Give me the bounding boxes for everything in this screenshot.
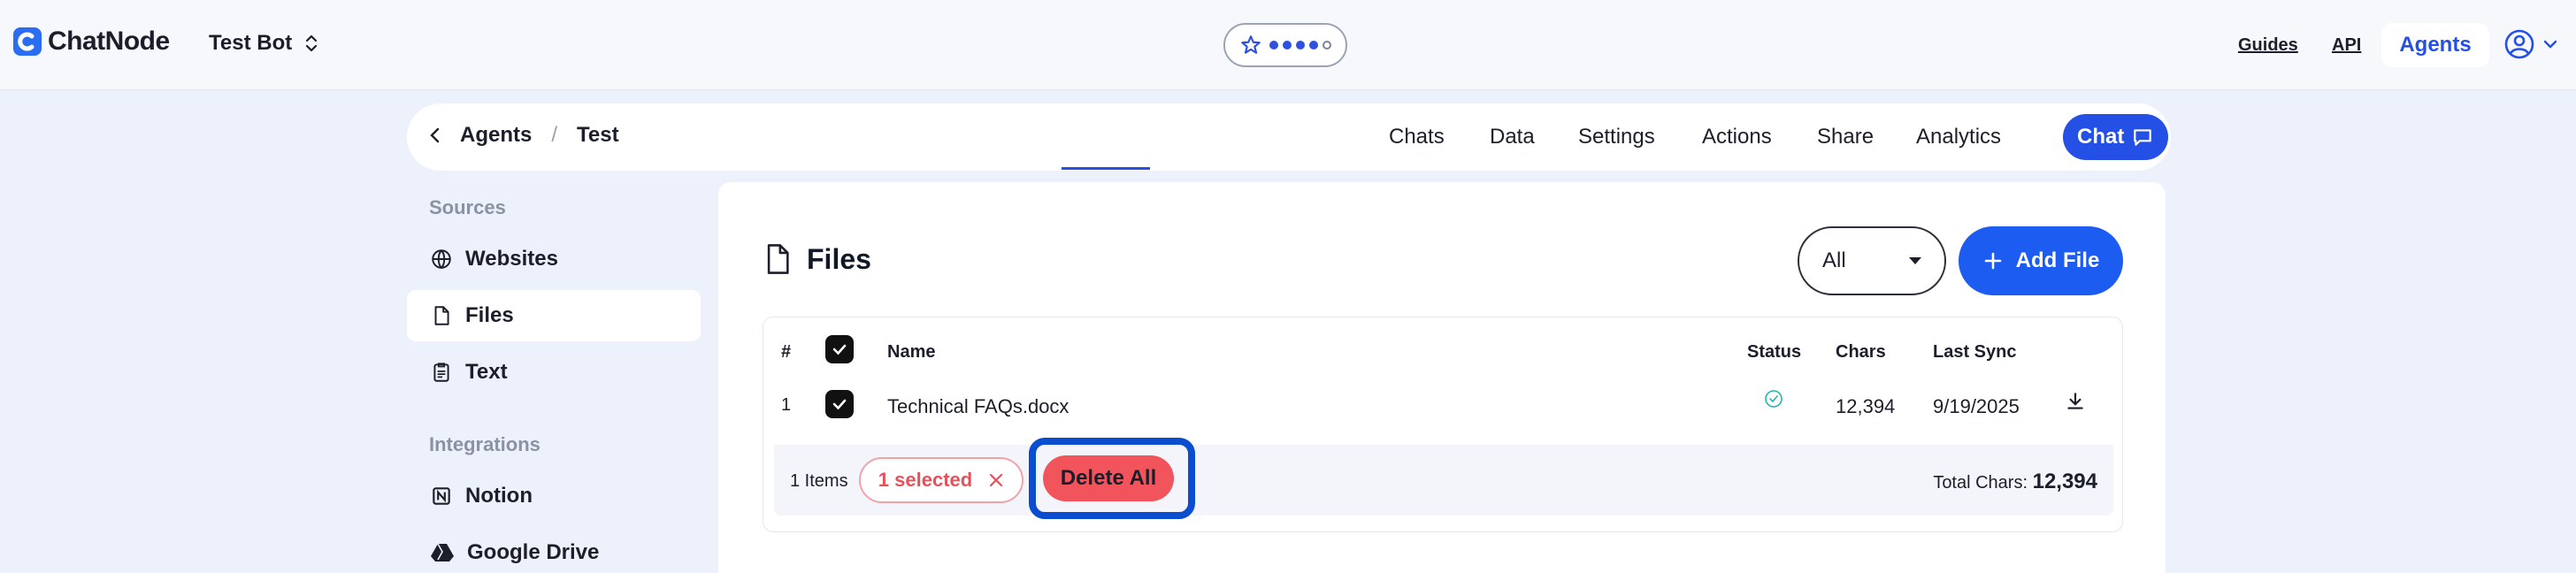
page-title-text: Files [807,242,871,275]
plus-icon [1984,252,2001,270]
file-filter-select[interactable]: All [1798,226,1946,295]
sidebar-item-files[interactable]: Files [407,290,701,341]
tab-share[interactable]: Share [1817,125,1874,149]
agents-button[interactable]: Agents [2381,23,2489,67]
chatnode-logo-icon [13,27,42,56]
file-icon [434,306,449,325]
chat-button[interactable]: Chat [2063,114,2169,160]
breadcrumb-current: Test [577,123,619,147]
file-icon [767,244,789,274]
column-header-index: # [781,342,792,362]
checkmark-icon [832,399,847,410]
integrations-heading: Integrations [429,433,540,455]
file-last-sync: 9/19/2025 [1933,395,2020,417]
column-header-name: Name [887,342,936,362]
brand-logo[interactable]: ChatNode [12,27,170,57]
top-bar: ChatNode Test Bot Guides API Agents [0,0,2576,90]
caret-down-icon [1909,257,1921,264]
sources-heading: Sources [429,196,506,218]
bot-name: Test Bot [209,31,293,55]
sidebar-item-label: Websites [465,247,558,271]
tab-actions[interactable]: Actions [1702,125,1772,149]
file-name: Technical FAQs.docx [887,395,1070,417]
rating-dots [1269,41,1331,50]
star-icon [1241,35,1261,54]
row-index: 1 [781,395,792,415]
bulk-actions-bar: 1 Items 1 selected Delete All Total Char… [774,438,2113,519]
items-count: 1 Items [790,471,848,491]
sidebar-item-text[interactable]: Text [407,347,701,398]
notion-icon [433,487,450,505]
files-table: # Name Status Chars Last Sync 1 Technica… [763,317,2123,532]
tab-data[interactable]: Data [1490,125,1535,149]
total-chars-label: Total Chars: [1933,473,2028,493]
rating-widget[interactable] [1223,23,1347,67]
google-drive-icon [431,543,454,562]
chat-button-label: Chat [2077,125,2125,149]
tab-chats[interactable]: Chats [1389,125,1445,149]
breadcrumb-agents[interactable]: Agents [460,123,532,148]
chat-bubble-icon [2134,129,2152,146]
page-title: Files [763,242,871,276]
brand-name: ChatNode [48,27,170,56]
rating-dot [1309,41,1318,50]
breadcrumb: Agents / Test [428,123,619,148]
chevron-up-down-icon [306,34,318,52]
status-check-circle-icon [1765,390,1782,408]
rating-dot [1269,41,1278,50]
chevron-left-icon[interactable] [428,126,442,145]
sidebar-item-websites[interactable]: Websites [407,233,701,285]
chevron-down-icon [2543,40,2557,49]
user-menu[interactable] [2503,28,2558,60]
column-header-last-sync: Last Sync [1933,342,2017,362]
files-panel: Files All Add File # Name Status Chars L… [718,182,2166,573]
tab-analytics[interactable]: Analytics [1916,125,2001,149]
sidebar-item-google-drive[interactable]: Google Drive [407,527,701,573]
selected-count: 1 selected [878,469,973,491]
close-icon[interactable] [988,472,1004,488]
rating-dot-empty [1322,41,1331,50]
delete-all-button[interactable]: Delete All [1043,455,1174,501]
sidebar-item-label: Text [465,360,508,384]
total-chars: Total Chars: 12,394 [1933,470,2097,494]
active-tab-indicator [1062,167,1150,170]
api-link[interactable]: API [2332,35,2361,56]
tab-settings[interactable]: Settings [1578,125,1655,149]
add-file-label: Add File [2015,248,2100,272]
agent-subnav: Agents / Test Chats Data Settings Action… [407,103,2171,171]
row-checkbox[interactable] [825,390,854,418]
sidebar-item-label: Notion [465,484,533,508]
selected-count-pill[interactable]: 1 selected [859,457,1024,503]
clipboard-icon [433,363,449,382]
column-header-status: Status [1747,342,1802,362]
globe-icon [432,249,451,270]
bot-switcher[interactable]: Test Bot [209,31,318,56]
sidebar-item-notion[interactable]: Notion [407,470,701,522]
select-all-checkbox[interactable] [825,335,854,363]
rating-dot [1283,41,1292,50]
total-chars-value: 12,394 [2032,470,2097,493]
sidebar-item-label: Google Drive [467,540,600,564]
user-avatar-icon [2504,29,2534,59]
breadcrumb-separator: / [551,123,558,147]
add-file-button[interactable]: Add File [1959,226,2123,295]
sidebar-item-label: Files [465,303,514,327]
column-header-chars: Chars [1836,342,1886,362]
guides-link[interactable]: Guides [2238,35,2298,56]
download-icon[interactable] [2064,390,2087,413]
file-chars: 12,394 [1836,395,1896,417]
rating-dot [1296,41,1305,50]
checkmark-icon [832,344,847,355]
filter-value: All [1822,248,1846,272]
